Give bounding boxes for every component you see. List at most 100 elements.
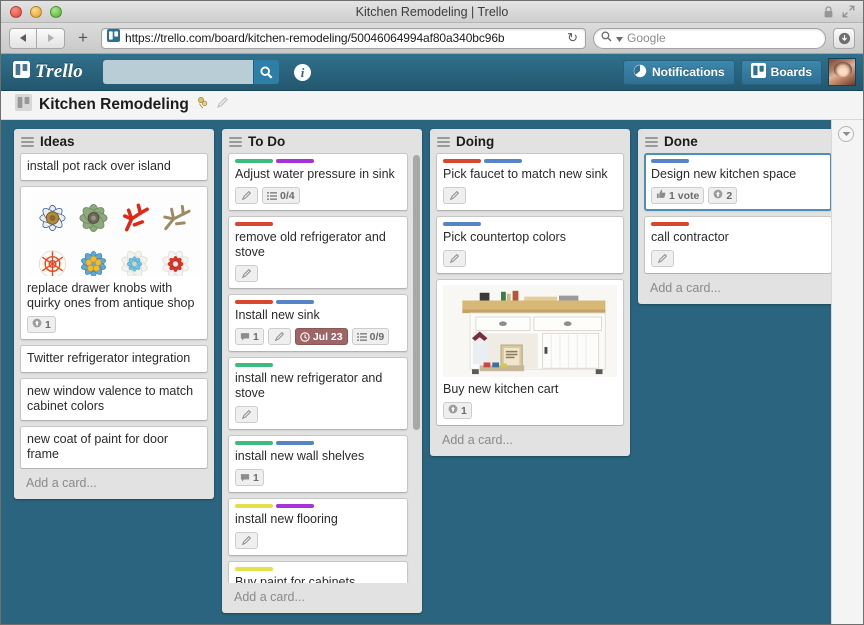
- add-card-button[interactable]: Add a card...: [222, 583, 422, 613]
- card[interactable]: Pick faucet to match new sink: [436, 153, 624, 211]
- card[interactable]: Pick countertop colors: [436, 216, 624, 274]
- scrollbar-thumb[interactable]: [413, 155, 420, 430]
- list-title: Done: [664, 134, 698, 149]
- comments-badge: 1: [235, 469, 264, 486]
- card-title: Buy new kitchen cart: [443, 382, 559, 396]
- search-dropdown-icon[interactable]: [616, 29, 623, 47]
- description-badge: [443, 187, 466, 204]
- new-tab-button[interactable]: +: [72, 28, 94, 49]
- label-yellow: [235, 567, 273, 571]
- back-button[interactable]: [9, 27, 37, 49]
- list-title: To Do: [248, 134, 286, 149]
- label-purple: [276, 504, 314, 508]
- browser-toolbar: + https://trello.com/board/kitchen-remod…: [1, 23, 863, 54]
- trello-board-icon: [15, 94, 32, 116]
- add-card-button[interactable]: Add a card...: [430, 426, 630, 456]
- card-title: Pick faucet to match new sink: [443, 167, 608, 181]
- url-text: https://trello.com/board/kitchen-remodel…: [125, 31, 505, 45]
- chevron-down-circle-icon[interactable]: [838, 126, 854, 142]
- card[interactable]: install new wall shelves 1: [228, 435, 408, 493]
- card[interactable]: Design new kitchen space 1 vote 2: [644, 153, 832, 211]
- list-menu-icon[interactable]: [645, 136, 658, 147]
- list-title: Ideas: [40, 134, 75, 149]
- knob-4: [156, 196, 195, 240]
- trello-search[interactable]: [103, 60, 279, 84]
- card[interactable]: install new flooring: [228, 498, 408, 556]
- address-bar[interactable]: https://trello.com/board/kitchen-remodel…: [101, 27, 586, 49]
- card[interactable]: call contractor: [644, 216, 832, 274]
- due-date-text: Jul 23: [312, 330, 343, 343]
- search-input[interactable]: [103, 60, 253, 84]
- card[interactable]: install pot rack over island: [20, 153, 208, 181]
- window-title: Kitchen Remodeling | Trello: [355, 4, 509, 19]
- card-title: Pick countertop colors: [443, 230, 566, 244]
- forward-button[interactable]: [37, 27, 65, 49]
- list-menu-icon[interactable]: [229, 136, 242, 147]
- trello-header: Trello i Notifications Boards: [1, 54, 863, 91]
- list-header[interactable]: To Do: [222, 129, 422, 153]
- add-card-button[interactable]: Add a card...: [638, 274, 838, 304]
- drawer-knobs-photo: [27, 192, 201, 276]
- navigation-buttons: [9, 27, 65, 49]
- card-labels: [651, 222, 825, 226]
- card-badges: 1 Jul 23 0/9: [235, 328, 401, 345]
- card-container: Design new kitchen space 1 vote 2 call c…: [638, 153, 838, 274]
- description-badge: [235, 532, 258, 549]
- label-blue: [651, 159, 689, 163]
- card[interactable]: Buy paint for cabinets: [228, 561, 408, 583]
- card-title: call contractor: [651, 230, 729, 244]
- list-scrollbar[interactable]: [413, 155, 420, 581]
- pencil-icon[interactable]: [216, 96, 229, 114]
- card-labels: [235, 504, 401, 508]
- checklist-badge: 0/4: [262, 187, 300, 204]
- checklist-count: 0/9: [369, 330, 385, 343]
- organization-icon[interactable]: [196, 96, 209, 115]
- titlebar-right-icons: [824, 5, 855, 18]
- comment-count: 1: [253, 330, 259, 343]
- attachment-count: 1: [461, 404, 467, 417]
- fullscreen-icon[interactable]: [842, 5, 855, 18]
- card[interactable]: Buy new kitchen cart 1: [436, 279, 624, 426]
- label-blue: [276, 441, 314, 445]
- info-icon[interactable]: i: [294, 63, 311, 81]
- list-menu-icon[interactable]: [21, 136, 34, 147]
- card[interactable]: Twitter refrigerator integration: [20, 345, 208, 373]
- card[interactable]: Install new sink 1 Jul 23 0/9: [228, 294, 408, 352]
- reload-icon[interactable]: ↻: [567, 30, 580, 46]
- list-menu-icon[interactable]: [437, 136, 450, 147]
- card[interactable]: Adjust water pressure in sink 0/4: [228, 153, 408, 211]
- trello-board-icon: [107, 29, 120, 47]
- card[interactable]: new window valence to match cabinet colo…: [20, 378, 208, 421]
- trello-logo[interactable]: Trello: [8, 61, 83, 83]
- card[interactable]: replace drawer knobs with quirky ones fr…: [20, 186, 208, 340]
- boards-label: Boards: [770, 65, 812, 79]
- user-avatar[interactable]: [828, 58, 856, 86]
- card[interactable]: install new refrigerator and stove: [228, 357, 408, 430]
- boards-button[interactable]: Boards: [740, 59, 822, 85]
- board-title-bar: Kitchen Remodeling: [1, 91, 863, 120]
- attachment-count: 2: [726, 189, 733, 202]
- knob-5: [33, 242, 72, 276]
- search-submit-button[interactable]: [253, 60, 279, 84]
- list-header[interactable]: Ideas: [14, 129, 214, 153]
- card-labels: [443, 222, 617, 226]
- label-red: [235, 222, 273, 226]
- add-card-button[interactable]: Add a card...: [14, 469, 214, 499]
- notifications-button[interactable]: Notifications: [622, 59, 735, 85]
- card[interactable]: new coat of paint for door frame: [20, 426, 208, 469]
- card[interactable]: remove old refrigerator and stove: [228, 216, 408, 289]
- list-header[interactable]: Done: [638, 129, 838, 153]
- label-blue: [443, 222, 481, 226]
- list-to-do: To Do Adjust water pressure in sink 0/4 …: [222, 129, 422, 613]
- downloads-button[interactable]: [833, 27, 855, 49]
- label-blue: [484, 159, 522, 163]
- kitchen-cart-photo: [443, 285, 617, 377]
- list-header[interactable]: Doing: [430, 129, 630, 153]
- attachment-icon: [32, 318, 42, 331]
- card-title: install new wall shelves: [235, 449, 365, 463]
- list-doing: Doing Pick faucet to match new sink Pick…: [430, 129, 630, 456]
- checklist-badge: 0/9: [351, 328, 390, 345]
- description-badge: [651, 250, 674, 267]
- description-badge: [235, 406, 258, 423]
- browser-search-field[interactable]: Google: [593, 27, 826, 49]
